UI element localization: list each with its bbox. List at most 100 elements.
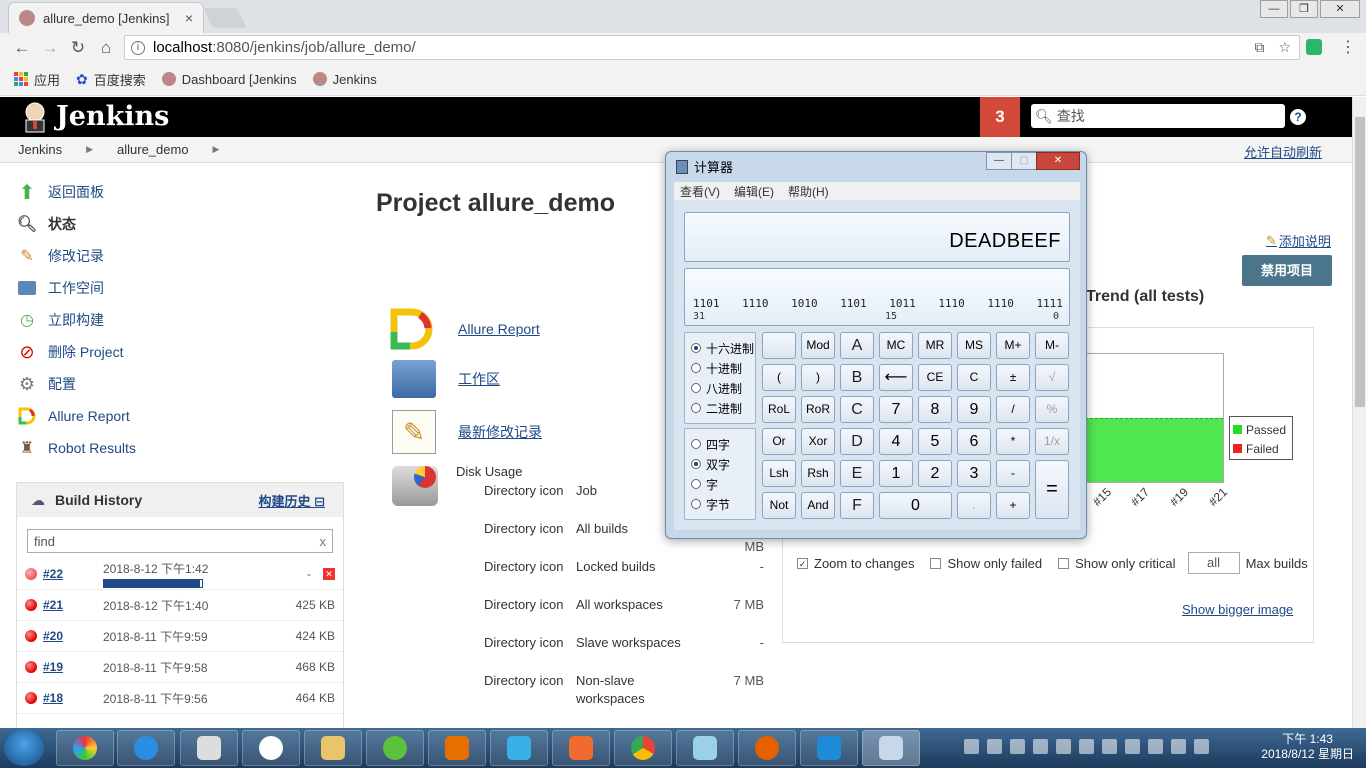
calc-key-equals[interactable]: = [1035, 460, 1069, 519]
build-number-link[interactable]: #22 [43, 567, 103, 581]
shield-icon[interactable] [1194, 739, 1209, 754]
calc-key-percent[interactable]: % [1035, 396, 1069, 423]
show-only-critical-checkbox[interactable] [1058, 557, 1070, 569]
auto-refresh-link[interactable]: 允许自动刷新 [1244, 142, 1322, 161]
sidebar-item-changes[interactable]: ✎ 修改记录 [16, 240, 346, 272]
bookmark-star-icon[interactable]: ☆ [1278, 39, 1291, 56]
calculator-titlebar[interactable]: 计算器 [676, 157, 733, 176]
calc-key-and[interactable]: And [801, 492, 835, 519]
calc-key-7[interactable]: 7 [879, 396, 913, 423]
calc-key-not[interactable]: Not [762, 492, 796, 519]
sidebar-item-back-to-dashboard[interactable]: ⬆ 返回面板 [16, 176, 346, 208]
build-row[interactable]: #18 2018-8-11 下午9:56 464 KB [17, 683, 343, 714]
calc-key-0[interactable]: 0 [879, 492, 952, 519]
build-row[interactable]: #21 2018-8-12 下午1:40 425 KB [17, 590, 343, 621]
taskbar-app-ie[interactable] [117, 730, 175, 766]
calc-key-mplus[interactable]: M+ [996, 332, 1030, 359]
calc-key-f[interactable]: F [840, 492, 874, 519]
calc-key-d[interactable]: D [840, 428, 874, 455]
reload-icon[interactable]: ↻ [64, 38, 92, 58]
taskbar-app-calculator[interactable] [862, 730, 920, 766]
calc-key-add[interactable]: + [996, 492, 1030, 519]
build-progress-bar[interactable] [103, 579, 203, 588]
maximize-button[interactable]: ❐ [1290, 0, 1318, 18]
main-link-allure-report[interactable]: Allure Report [390, 308, 540, 350]
sidebar-item-robot-results[interactable]: ♜ Robot Results [16, 432, 346, 464]
taskbar-app-firefox[interactable] [738, 730, 796, 766]
close-window-button[interactable]: ✕ [1320, 0, 1360, 18]
calc-key-a[interactable]: A [840, 332, 874, 359]
start-button[interactable] [4, 730, 44, 766]
calc-minimize-button[interactable]: — [986, 152, 1012, 170]
radio-dword[interactable]: 双字 [685, 454, 755, 474]
radio-bin[interactable]: 二进制 [685, 398, 755, 418]
back-arrow-icon[interactable]: ← [8, 38, 36, 58]
build-row[interactable]: #20 2018-8-11 下午9:59 424 KB [17, 621, 343, 652]
calc-key-sqrt[interactable]: √ [1035, 364, 1069, 391]
cancel-build-icon[interactable]: ✕ [323, 568, 335, 580]
notification-badge[interactable]: 3 [980, 97, 1020, 137]
jenkins-logo-icon[interactable] [18, 100, 52, 134]
add-description-link[interactable]: ✎ 添加说明 [1266, 231, 1331, 250]
build-number-link[interactable]: #20 [43, 629, 103, 643]
radio-dec[interactable]: 十进制 [685, 358, 755, 378]
show-bigger-image-link[interactable]: Show bigger image [1182, 602, 1293, 617]
calc-key-mminus[interactable]: M- [1035, 332, 1069, 359]
bookmark-jenkins[interactable]: Jenkins [312, 72, 377, 87]
keyboard-icon[interactable] [964, 739, 979, 754]
build-number-link[interactable]: #18 [43, 691, 103, 705]
taskbar-app-pinwheel[interactable] [56, 730, 114, 766]
taskbar-app-tools[interactable] [180, 730, 238, 766]
sidebar-item-configure[interactable]: ⚙ 配置 [16, 368, 346, 400]
build-number-link[interactable]: #21 [43, 598, 103, 612]
calc-key-lsh[interactable]: Lsh [762, 460, 796, 487]
bookmark-dashboard[interactable]: Dashboard [Jenkins [161, 72, 297, 87]
calc-key-mc[interactable]: MC [879, 332, 913, 359]
calc-key-e[interactable]: E [840, 460, 874, 487]
calc-key-rol[interactable]: RoL [762, 396, 796, 423]
calc-key-mr[interactable]: MR [918, 332, 952, 359]
calc-key-6[interactable]: 6 [957, 428, 991, 455]
calc-key-9[interactable]: 9 [957, 396, 991, 423]
breadcrumb-allure-demo[interactable]: allure_demo [117, 142, 189, 157]
radio-word[interactable]: 字 [685, 474, 755, 494]
cloud-sync-icon[interactable] [1010, 739, 1025, 754]
info-icon[interactable]: i [131, 40, 145, 55]
calc-key-negate[interactable]: ± [996, 364, 1030, 391]
radio-oct[interactable]: 八进制 [685, 378, 755, 398]
tray-icon[interactable] [987, 739, 1002, 754]
sidebar-item-delete-project[interactable]: ⊘ 删除 Project [16, 336, 346, 368]
calc-key-3[interactable]: 3 [957, 460, 991, 487]
calc-close-button[interactable]: ✕ [1036, 152, 1080, 170]
build-trend-link[interactable]: 构建历史 ⊟ [258, 491, 325, 510]
build-number-link[interactable]: #19 [43, 660, 103, 674]
jenkins-search-input[interactable]: 🔍︎ 查找 [1031, 104, 1285, 128]
menu-edit[interactable]: 编辑(E) [734, 183, 774, 200]
calc-key-hex-c[interactable]: C [840, 396, 874, 423]
calc-key-1[interactable]: 1 [879, 460, 913, 487]
share-extension-icon[interactable] [1306, 39, 1322, 55]
menu-view[interactable]: 查看(V) [680, 183, 720, 200]
calc-key-divide[interactable]: / [996, 396, 1030, 423]
calc-key-or[interactable]: Or [762, 428, 796, 455]
taskbar-app-chrome[interactable] [614, 730, 672, 766]
calc-key-backspace[interactable]: ⟵ [879, 364, 913, 391]
calc-key-5[interactable]: 5 [918, 428, 952, 455]
new-tab-button[interactable] [203, 8, 247, 28]
calc-key-8[interactable]: 8 [918, 396, 952, 423]
clear-filter-icon[interactable]: x [320, 534, 327, 549]
jenkins-title[interactable]: Jenkins [56, 101, 169, 132]
volume-icon[interactable] [1056, 739, 1071, 754]
usb-icon[interactable] [1102, 739, 1117, 754]
calc-key-open-paren[interactable]: ( [762, 364, 796, 391]
build-row[interactable]: #22 2018-8-12 下午1:42 - ✕ [17, 559, 343, 590]
browser-tab-active[interactable]: allure_demo [Jenkins] × [8, 2, 204, 33]
taskbar-app-wps[interactable] [552, 730, 610, 766]
sidebar-item-build-now[interactable]: ◷ 立即构建 [16, 304, 346, 336]
calc-key-close-paren[interactable]: ) [801, 364, 835, 391]
calc-key-2[interactable]: 2 [918, 460, 952, 487]
address-bar[interactable]: i localhost:8080/jenkins/job/allure_demo… [124, 35, 1300, 60]
help-icon[interactable]: ? [1290, 109, 1306, 125]
taskbar-clock[interactable]: 下午 1:43 2018/8/12 星期日 [1261, 732, 1354, 762]
calc-key-rsh[interactable]: Rsh [801, 460, 835, 487]
